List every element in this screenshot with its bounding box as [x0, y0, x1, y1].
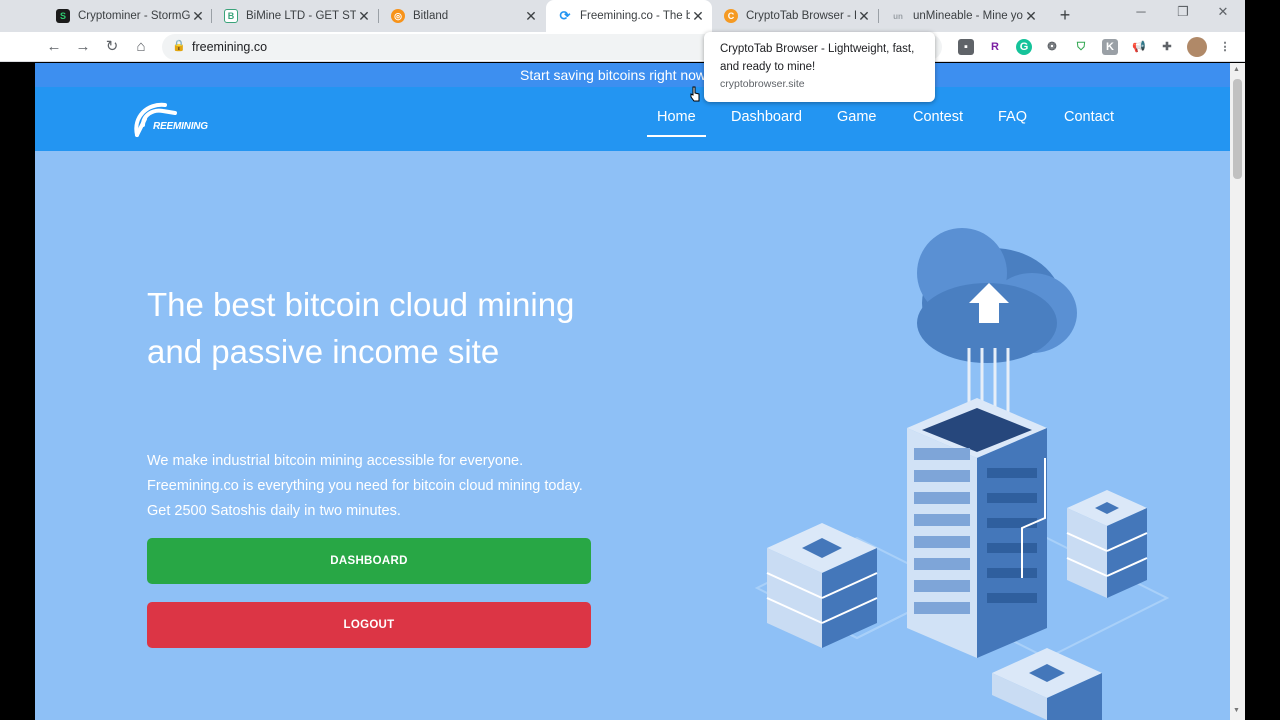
bitland-icon: ◎: [391, 9, 405, 23]
page-viewport: Start saving bitcoins right now for yo R…: [35, 63, 1230, 720]
dashboard-button[interactable]: DASHBOARD: [147, 538, 591, 584]
tab-bimine[interactable]: B BiMine LTD - GET STABLE ✕: [212, 0, 378, 32]
site-logo[interactable]: REEMINING: [133, 97, 213, 139]
avatar[interactable]: [1187, 37, 1207, 57]
nav-contact[interactable]: Contact: [1064, 109, 1114, 125]
hero-headline: The best bitcoin cloud mining and passiv…: [147, 286, 575, 370]
close-tab-icon[interactable]: ✕: [356, 8, 372, 25]
lock-icon[interactable]: 🔒: [172, 39, 186, 52]
cryptotab-icon: C: [724, 9, 738, 23]
cloud-icon: [917, 228, 1077, 363]
hero-description: We make industrial bitcoin mining access…: [147, 453, 583, 519]
minimize-icon[interactable]: ─: [1126, 4, 1156, 19]
nav-home[interactable]: Home: [647, 109, 706, 137]
server-cloud-illustration: [754, 228, 1170, 720]
grammarly-icon[interactable]: G: [1016, 39, 1032, 55]
server-stack-right-icon: [1066, 490, 1148, 598]
browser-toolbar: ← → ↻ ⌂ 🔒 freemining.co ▪ R G ❂ ⛉ K 📢 ✚ …: [0, 32, 1245, 62]
nav-contest[interactable]: Contest: [913, 109, 963, 125]
nav-dashboard[interactable]: Dashboard: [731, 109, 802, 125]
freemining-icon: ⟳: [559, 8, 571, 23]
page-scrollbar[interactable]: ▲ ▼: [1230, 63, 1245, 720]
menu-icon[interactable]: ⋮: [1217, 39, 1233, 55]
server-stack-bottom-icon: [992, 648, 1102, 720]
tab-title: BiMine LTD - GET STABLE: [246, 10, 356, 22]
tab-unmineable[interactable]: un unMineable - Mine your ✕: [879, 0, 1045, 32]
tab-hover-tooltip: CryptoTab Browser - Lightweight, fast, a…: [704, 32, 935, 102]
scroll-up-icon[interactable]: ▲: [1233, 66, 1240, 73]
extension-icon[interactable]: ▪: [958, 39, 974, 55]
tab-title: Bitland: [413, 10, 449, 22]
home-icon[interactable]: ⌂: [131, 37, 151, 57]
close-tab-icon[interactable]: ✕: [690, 8, 706, 25]
logout-button[interactable]: LOGOUT: [147, 602, 591, 648]
nav-faq[interactable]: FAQ: [998, 109, 1027, 125]
tab-strip: S Cryptominer - StormGain ✕ B BiMine LTD…: [0, 0, 1245, 32]
tab-freemining[interactable]: ⟳ Freemining.co - The best ✕: [546, 0, 712, 32]
r-extension-icon[interactable]: R: [987, 39, 1003, 55]
close-tab-icon[interactable]: ✕: [1023, 8, 1039, 25]
forward-icon[interactable]: →: [73, 37, 93, 57]
megaphone-icon[interactable]: 📢: [1131, 39, 1147, 55]
logo-text: REEMINING: [153, 121, 208, 132]
scroll-down-icon[interactable]: ▼: [1233, 707, 1240, 714]
tab-stormgain[interactable]: S Cryptominer - StormGain ✕: [44, 0, 212, 32]
server-stack-left-icon: [766, 523, 878, 648]
tab-title: CryptoTab Browser - Light: [746, 10, 856, 22]
puzzle-icon[interactable]: ✚: [1159, 39, 1175, 55]
extension-icon[interactable]: ❂: [1044, 39, 1060, 55]
tab-title: Freemining.co - The best: [580, 10, 690, 22]
tab-title: Cryptominer - StormGain: [78, 10, 190, 22]
reload-icon[interactable]: ↻: [102, 37, 122, 57]
promo-banner[interactable]: Start saving bitcoins right now for yo: [35, 63, 1230, 87]
tooltip-url: cryptobrowser.site: [720, 78, 805, 90]
shield-icon[interactable]: ⛉: [1073, 39, 1089, 55]
close-tab-icon[interactable]: ✕: [190, 8, 206, 25]
bimine-icon: B: [224, 9, 238, 23]
hand-cursor-icon: [690, 86, 700, 102]
stormgain-icon: S: [56, 9, 70, 23]
nav-game[interactable]: Game: [837, 109, 877, 125]
tab-title: unMineable - Mine your: [913, 10, 1023, 22]
tab-cryptotab[interactable]: C CryptoTab Browser - Light ✕: [712, 0, 878, 32]
close-tab-icon[interactable]: ✕: [856, 8, 872, 25]
logo-mark-icon: [134, 102, 177, 137]
tab-bitland[interactable]: ◎ Bitland ✕: [379, 0, 545, 32]
tooltip-title: CryptoTab Browser - Lightweight, fast, a…: [720, 43, 915, 73]
site-navbar: REEMINING Home Dashboard Game Contest FA…: [35, 87, 1230, 151]
restore-icon[interactable]: ❐: [1168, 4, 1198, 20]
unmineable-icon: un: [891, 9, 905, 23]
close-window-icon[interactable]: ✕: [1208, 4, 1238, 20]
close-tab-icon[interactable]: ✕: [523, 8, 539, 25]
url-text[interactable]: freemining.co: [192, 40, 267, 54]
extension-icon[interactable]: K: [1102, 39, 1118, 55]
main-server-tower-icon: [907, 398, 1047, 658]
back-icon[interactable]: ←: [44, 37, 64, 57]
scrollbar-thumb[interactable]: [1233, 79, 1242, 179]
new-tab-button[interactable]: +: [1054, 4, 1076, 26]
